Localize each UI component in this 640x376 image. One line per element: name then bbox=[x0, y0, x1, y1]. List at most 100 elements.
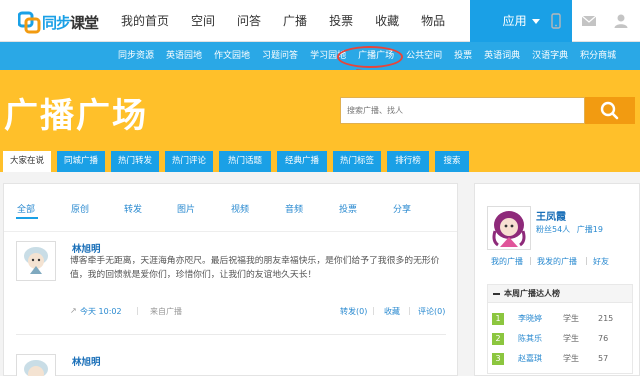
user-sidebar: 王凤霞 粉丝54人 广播19 我的广播 | 我发的广播 | 好友 本周广播达人榜… bbox=[474, 183, 640, 376]
link-separator: | bbox=[585, 256, 588, 265]
mail-icon[interactable] bbox=[581, 13, 597, 29]
feed-post: 林旭明 博客牵手无距离，天涯海角亦咫尺。最后祝福我的朋友幸福快乐，是你们给予了我… bbox=[4, 239, 457, 324]
rank-number: 3 bbox=[492, 353, 504, 365]
subnav-english-dict[interactable]: 英语词典 bbox=[478, 42, 526, 70]
nav-space[interactable]: 空间 bbox=[180, 0, 226, 42]
user-broadcast-count[interactable]: 广播19 bbox=[577, 225, 603, 234]
user-icon[interactable] bbox=[613, 13, 629, 29]
subnav-essay-garden[interactable]: 作文园地 bbox=[208, 42, 256, 70]
rank-count: 76 bbox=[598, 334, 609, 343]
avatar[interactable] bbox=[16, 354, 56, 376]
rank-user-role: 学生 bbox=[563, 314, 579, 323]
post-divider bbox=[16, 334, 446, 335]
rank-number: 1 bbox=[492, 313, 504, 325]
nav-home[interactable]: 我的首页 bbox=[110, 0, 180, 42]
page-banner: 广播广场 bbox=[0, 70, 640, 148]
link-separator: | bbox=[529, 256, 532, 265]
avatar[interactable] bbox=[16, 241, 56, 281]
logo-main: 同步 bbox=[42, 14, 71, 32]
search-button[interactable] bbox=[585, 97, 635, 124]
nav-items[interactable]: 物品 bbox=[410, 0, 456, 42]
filter-video[interactable]: 视频 bbox=[231, 202, 249, 215]
rank-count: 215 bbox=[598, 314, 614, 323]
tab-hot-topic[interactable]: 热门话题 bbox=[219, 151, 271, 172]
user-fans[interactable]: 粉丝54人 bbox=[536, 225, 570, 234]
subnav-points-mall[interactable]: 积分商城 bbox=[574, 42, 622, 70]
tab-classic[interactable]: 经典广播 bbox=[277, 151, 327, 172]
logo-sub: 课堂 bbox=[70, 14, 99, 32]
post-time[interactable]: 今天 10:02 bbox=[80, 306, 122, 317]
post-author[interactable]: 林旭明 bbox=[72, 354, 101, 368]
rank-title: 本周广播达人榜 bbox=[488, 285, 632, 303]
rank-number: 2 bbox=[492, 333, 504, 345]
nav-vote[interactable]: 投票 bbox=[318, 0, 364, 42]
tab-hot-comment[interactable]: 热门评论 bbox=[165, 151, 213, 172]
rank-row: 2 陈其乐 学生 76 bbox=[488, 333, 632, 349]
post-meta: ↗ 今天 10:02 | 来自广播 转发(0) | 收藏 | 评论(0) bbox=[4, 306, 457, 322]
rank-user-role: 学生 bbox=[563, 354, 579, 363]
rank-user-name[interactable]: 李晓婷 bbox=[518, 313, 542, 325]
nav-broadcast[interactable]: 广播 bbox=[272, 0, 318, 42]
tab-hot-tags[interactable]: 热门标签 bbox=[333, 151, 381, 172]
subnav-english-garden[interactable]: 英语园地 bbox=[160, 42, 208, 70]
filter-forward[interactable]: 转发 bbox=[124, 202, 142, 215]
tab-ranking[interactable]: 排行榜 bbox=[387, 151, 429, 172]
rank-user-name[interactable]: 赵嘉琪 bbox=[518, 353, 542, 365]
tab-hot-forward[interactable]: 热门转发 bbox=[111, 151, 159, 172]
post-source: 来自广播 bbox=[150, 307, 182, 316]
post-body: 博客牵手无距离，天涯海角亦咫尺。最后祝福我的朋友幸福快乐，是你们给予了我很多的无… bbox=[70, 256, 440, 280]
forward-link[interactable]: 转发(0) bbox=[340, 306, 367, 317]
subnav-vote[interactable]: 投票 bbox=[448, 42, 478, 70]
nav-favorites[interactable]: 收藏 bbox=[364, 0, 410, 42]
collect-link[interactable]: 收藏 bbox=[384, 306, 400, 317]
search-box bbox=[340, 97, 585, 124]
rank-user-name[interactable]: 陈其乐 bbox=[518, 333, 542, 345]
filter-share[interactable]: 分享 bbox=[393, 202, 411, 215]
meta-separator: | bbox=[372, 306, 375, 315]
search-icon bbox=[600, 101, 619, 120]
tab-same-city[interactable]: 同城广播 bbox=[57, 151, 105, 172]
top-navbar: 同步课堂 我的首页 空间 问答 广播 投票 收藏 物品 应用 bbox=[0, 0, 640, 42]
tab-everyone-talking[interactable]: 大家在说 bbox=[3, 151, 51, 172]
user-avatar-image bbox=[492, 211, 526, 247]
my-broadcast-link[interactable]: 我的广播 bbox=[491, 256, 523, 267]
site-logo[interactable]: 同步课堂 bbox=[18, 8, 108, 36]
sub-navbar: 同步资源 英语园地 作文园地 习题问答 学习园地 广播广场 公共空间 投票 英语… bbox=[0, 42, 640, 70]
user-stats: 粉丝54人 广播19 bbox=[536, 224, 603, 235]
subnav-sync-resources[interactable]: 同步资源 bbox=[112, 42, 160, 70]
highlight-ring bbox=[337, 46, 403, 68]
feed-post: 林旭明 bbox=[4, 352, 457, 376]
rank-row: 1 李晓婷 学生 215 bbox=[488, 313, 632, 329]
filter-original[interactable]: 原创 bbox=[71, 202, 89, 215]
comment-link[interactable]: 评论(0) bbox=[418, 306, 445, 317]
filter-image[interactable]: 图片 bbox=[177, 202, 195, 215]
collapse-icon[interactable] bbox=[493, 293, 500, 295]
search-input[interactable] bbox=[341, 98, 584, 123]
page-title: 广播广场 bbox=[4, 96, 148, 136]
my-posted-link[interactable]: 我发的广播 bbox=[537, 256, 577, 267]
filter-all[interactable]: 全部 bbox=[17, 202, 35, 215]
tab-search[interactable]: 搜索 bbox=[435, 151, 469, 172]
rank-row: 3 赵嘉琪 学生 57 bbox=[488, 353, 632, 369]
logo-text: 同步课堂 bbox=[42, 12, 99, 33]
friends-link[interactable]: 好友 bbox=[593, 256, 609, 267]
clock-icon: ↗ bbox=[70, 306, 77, 315]
filter-audio[interactable]: 音频 bbox=[285, 202, 303, 215]
subnav-exercise-qa[interactable]: 习题问答 bbox=[256, 42, 304, 70]
meta-separator: | bbox=[136, 306, 139, 315]
broadcast-feed: 全部 原创 转发 图片 视频 音频 投票 分享 林旭明 博客牵手无距离，天涯海角… bbox=[3, 183, 458, 376]
main-nav: 我的首页 空间 问答 广播 投票 收藏 物品 应用 bbox=[110, 0, 573, 42]
rank-count: 57 bbox=[598, 354, 609, 363]
user-name[interactable]: 王凤霞 bbox=[536, 208, 566, 223]
chevron-down-icon bbox=[531, 19, 540, 24]
filter-vote[interactable]: 投票 bbox=[339, 202, 357, 215]
logo-icon bbox=[18, 11, 41, 34]
nav-qa[interactable]: 问答 bbox=[226, 0, 272, 42]
broadcast-tabs: 大家在说 同城广播 热门转发 热门评论 热门话题 经典广播 热门标签 排行榜 搜… bbox=[0, 148, 640, 172]
user-avatar[interactable] bbox=[487, 206, 531, 250]
mobile-icon[interactable] bbox=[548, 13, 564, 29]
post-author[interactable]: 林旭明 bbox=[72, 241, 101, 255]
avatar-image bbox=[24, 247, 48, 274]
meta-separator: | bbox=[408, 306, 411, 315]
subnav-chinese-dict[interactable]: 汉语字典 bbox=[526, 42, 574, 70]
